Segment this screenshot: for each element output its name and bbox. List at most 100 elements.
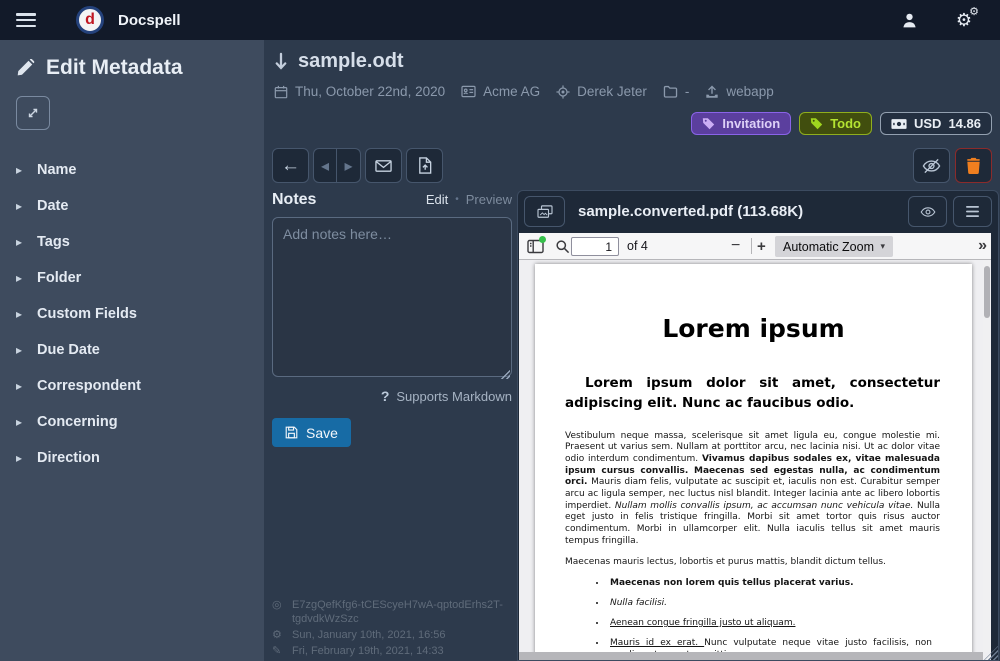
pdf-bullet: Maecenas non lorem quis tellus placerat …	[607, 578, 932, 590]
logo-letter: d	[85, 11, 95, 29]
add-file-button[interactable]	[406, 148, 443, 183]
sidebar-nav: ▸Name▸Date▸Tags▸Folder▸Custom Fields▸Due…	[16, 154, 248, 474]
envelope-icon	[375, 159, 392, 173]
attachment-filename: sample.converted.pdf (113.68K)	[578, 203, 803, 220]
item-created: Sun, January 10th, 2021, 16:56	[292, 628, 446, 642]
pdf-paragraph-2: Maecenas mauris lectus, lobortis et puru…	[565, 557, 940, 569]
delete-button[interactable]	[955, 148, 992, 183]
item-concerning-field: Derek Jeter	[556, 84, 647, 99]
zoom-level-select[interactable]: Automatic Zoom ▾	[775, 236, 893, 257]
pdf-search-button[interactable]	[555, 233, 570, 259]
mail-button[interactable]	[365, 148, 402, 183]
sidebar-item-direction[interactable]: ▸ Direction	[16, 442, 248, 474]
item-id: E7zgQefKfg6-tCEScyeH7wA-qptodErhs2T-tgdv…	[292, 598, 503, 626]
arrow-down-icon	[274, 52, 288, 71]
floppy-icon	[285, 426, 298, 439]
item-name: sample.odt	[298, 50, 404, 73]
item-updated: Fri, February 19th, 2021, 14:33	[292, 644, 444, 658]
sidebar-item-concerning[interactable]: ▸Concerning	[16, 406, 248, 438]
tag-badge-todo[interactable]: Todo	[799, 112, 872, 135]
attachment-pages-button[interactable]	[524, 196, 565, 227]
item-source-field: webapp	[705, 84, 773, 99]
markdown-hint-label[interactable]: Supports Markdown	[396, 389, 512, 404]
tag-icon	[702, 117, 715, 130]
toolbar-divider	[751, 238, 752, 254]
item-toolbar-right	[913, 148, 992, 183]
scrollbar-thumb[interactable]	[984, 266, 990, 318]
caret-right-icon: ▸	[16, 199, 24, 213]
pdf-page-area: Lorem ipsum Lorem ipsum dolor sit amet, …	[519, 260, 991, 660]
horizontal-scrollbar[interactable]	[519, 652, 983, 660]
chevron-down-icon: ▾	[880, 241, 885, 252]
docspell-logo[interactable]: d	[76, 6, 104, 34]
sidebar-item-label: Date	[37, 198, 68, 214]
attachment-panel: sample.converted.pdf (113.68K)	[517, 190, 999, 661]
prev-item-button[interactable]: ◂	[313, 148, 337, 183]
notification-dot	[539, 236, 546, 243]
sidebar-title: Edit Metadata	[46, 56, 183, 80]
tag-icon	[810, 117, 823, 130]
item-date-field: Thu, October 22nd, 2020	[274, 84, 445, 99]
pdf-bullet: Aenean congue fringilla justo ut aliquam…	[607, 618, 932, 630]
notes-section: Notes Edit • Preview ? Supports Markdown…	[272, 191, 512, 447]
item-toolbar: ← ◂ ▸	[272, 148, 443, 183]
custom-field-badge-usd[interactable]: USD 14.86	[880, 112, 992, 135]
pdf-viewer: of 4 − + Automatic Zoom ▾ » Lorem ipsum …	[519, 233, 991, 660]
sidebar-item-custom-fields[interactable]: ▸Custom Fields	[16, 298, 248, 330]
trash-icon	[966, 157, 981, 174]
pdf-bullet: Nulla facilisi.	[607, 598, 932, 610]
vertical-scrollbar[interactable]	[983, 260, 991, 652]
attachment-menu-button[interactable]	[953, 196, 992, 227]
user-icon[interactable]	[901, 12, 918, 29]
help-icon[interactable]: ?	[381, 388, 390, 404]
caret-right-icon: ▸	[16, 451, 24, 465]
caret-right-icon: ▸	[16, 235, 24, 249]
caret-right-icon: ▸	[16, 343, 24, 357]
sidebar-item-due-date[interactable]: ▸Due Date	[16, 334, 248, 366]
caret-right-icon: ▸	[16, 415, 24, 429]
upload-icon	[705, 85, 719, 99]
sidebar-item-label: Direction	[37, 450, 100, 466]
zoom-out-button[interactable]: −	[731, 233, 740, 259]
item-folder-field: -	[663, 84, 690, 99]
sidebar-item-tags[interactable]: ▸Tags	[16, 226, 248, 258]
menu-icon[interactable]	[16, 13, 36, 27]
calendar-icon	[274, 85, 288, 99]
sidebar-item-date[interactable]: ▸ Date	[16, 190, 248, 222]
notes-tab-edit[interactable]: Edit	[426, 192, 448, 207]
attachment-view-button[interactable]	[908, 196, 947, 227]
tag-badge-invitation[interactable]: Invitation	[691, 112, 791, 135]
save-button[interactable]: Save	[272, 418, 351, 447]
edit-metadata-sidebar: Edit Metadata ▸Name▸Date▸Tags▸Folder▸Cus…	[0, 40, 264, 661]
sidebar-item-folder[interactable]: ▸ Folder	[16, 262, 248, 294]
hide-button[interactable]	[913, 148, 950, 183]
pdf-paragraph-1: Vestibulum neque massa, scelerisque sit …	[565, 431, 940, 548]
search-icon	[555, 239, 570, 254]
tab-separator: •	[455, 194, 459, 205]
notes-tab-preview[interactable]: Preview	[466, 192, 512, 207]
sidebar-item-name[interactable]: ▸Name	[16, 154, 248, 186]
page-count-label: of 4	[627, 233, 648, 259]
sidebar-item-label: Folder	[37, 270, 81, 286]
expand-arrows-icon	[26, 106, 40, 120]
back-button[interactable]: ←	[272, 148, 309, 183]
caret-right-icon: ▸	[16, 271, 24, 285]
crosshair-icon	[556, 85, 570, 99]
notes-textarea[interactable]	[272, 217, 512, 377]
caret-right-icon: ▸	[16, 307, 24, 321]
settings-gears-icon[interactable]: ⚙⚙	[956, 11, 972, 29]
item-header: sample.odt Thu, October 22nd, 2020 Acme …	[274, 50, 992, 135]
eye-slash-icon	[922, 158, 941, 174]
toolbar-more-button[interactable]: »	[978, 233, 985, 259]
folder-icon	[663, 85, 678, 98]
eye-icon	[920, 206, 936, 218]
page-number-input[interactable]	[571, 237, 619, 256]
next-item-button[interactable]: ▸	[337, 148, 361, 183]
menu-bars-icon	[966, 206, 979, 217]
sidebar-item-correspondent[interactable]: ▸Correspondent	[16, 370, 248, 402]
pencil-icon	[16, 59, 35, 78]
id-card-icon	[461, 85, 476, 98]
sidebar-item-label: Correspondent	[37, 378, 141, 394]
expand-collapse-button[interactable]	[16, 96, 50, 130]
zoom-in-button[interactable]: +	[757, 233, 766, 259]
